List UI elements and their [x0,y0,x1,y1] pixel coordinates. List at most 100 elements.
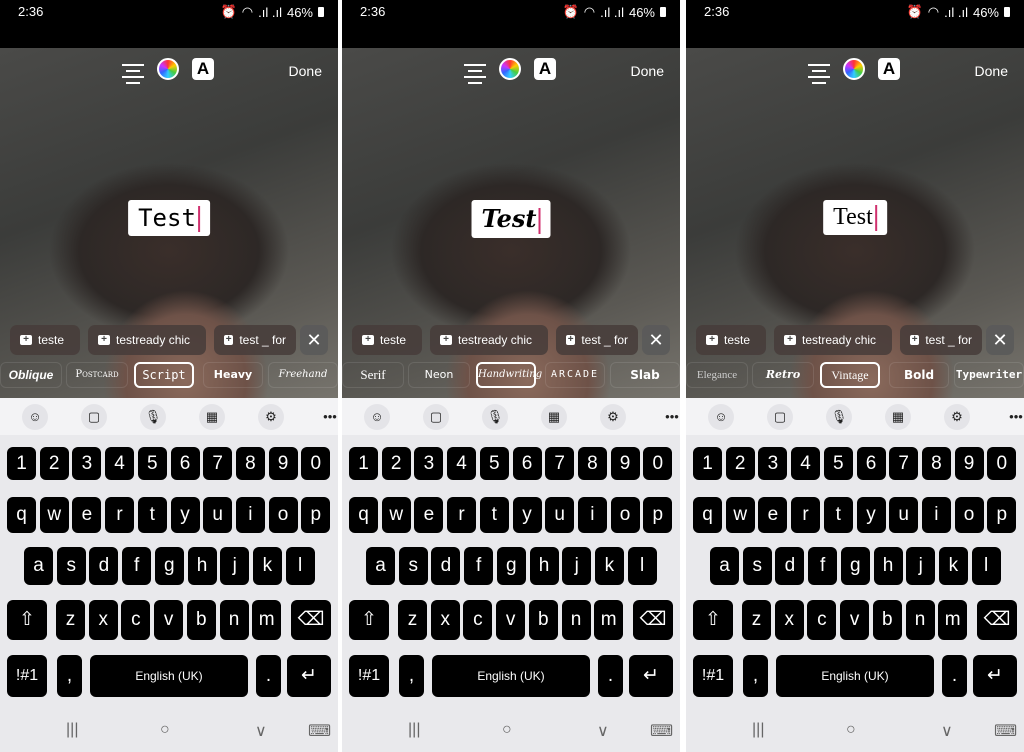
backspace-key[interactable]: ⌫ [977,600,1017,640]
key[interactable]: w [381,497,411,533]
key[interactable]: 8 [235,447,265,480]
suggestion-chip[interactable]: + testready chic [88,325,206,355]
key[interactable]: 4 [791,447,821,480]
font-option-serif[interactable]: Serif [342,362,404,388]
font-option-bold[interactable]: Bold [889,362,949,388]
key[interactable]: u [889,497,919,533]
space-key[interactable]: English (UK) [90,655,248,697]
key[interactable]: i [577,497,607,533]
key[interactable]: 3 [72,447,102,480]
close-suggestions-button[interactable]: ✕ [642,325,670,355]
key[interactable]: d [431,547,461,585]
clipboard-icon[interactable]: ▢ [767,404,793,430]
key[interactable]: d [775,547,805,585]
key[interactable]: c [807,600,837,640]
key[interactable]: y [856,497,886,533]
key[interactable]: s [398,547,428,585]
settings-icon[interactable]: ⚙ [258,404,284,430]
symbols-key[interactable]: !#1 [349,655,389,697]
period-key[interactable]: . [942,655,967,697]
color-picker-icon[interactable] [499,58,521,80]
key[interactable]: d [89,547,119,585]
key[interactable]: g [496,547,526,585]
key[interactable]: 2 [725,447,755,480]
key[interactable]: y [170,497,200,533]
more-icon[interactable]: ••• [1003,404,1024,430]
key[interactable]: x [430,600,460,640]
key[interactable]: r [791,497,821,533]
keypad-icon[interactable]: ▦ [541,404,567,430]
key[interactable]: 0 [643,447,673,480]
key[interactable]: 0 [301,447,331,480]
key[interactable]: k [938,547,968,585]
key[interactable]: r [447,497,477,533]
key[interactable]: 3 [414,447,444,480]
key[interactable]: 5 [137,447,167,480]
key[interactable]: o [268,497,298,533]
text-align-icon[interactable] [808,60,830,88]
back-button[interactable]: ∨ [255,721,267,741]
recent-apps-button[interactable]: ||| [66,721,78,739]
shift-key[interactable]: ⇧ [349,600,389,640]
key[interactable]: 8 [921,447,951,480]
font-option-postcard[interactable]: Postcard [66,362,128,388]
key[interactable]: q [693,497,722,533]
close-suggestions-button[interactable]: ✕ [986,325,1014,355]
suggestion-chip[interactable]: + testready chic [430,325,548,355]
font-option-handwriting[interactable]: Handwriting [476,362,542,388]
key[interactable]: 7 [889,447,919,480]
home-button[interactable]: ○ [846,721,856,739]
space-key[interactable]: English (UK) [432,655,590,697]
key[interactable]: m [938,600,968,640]
keyboard-switch-button[interactable]: ⌨ [994,721,1017,741]
keyboard-switch-button[interactable]: ⌨ [650,721,673,741]
key[interactable]: o [954,497,984,533]
keyboard-switch-button[interactable]: ⌨ [308,721,331,741]
key[interactable]: p [987,497,1017,533]
key[interactable]: 6 [856,447,886,480]
shift-key[interactable]: ⇧ [693,600,733,640]
key[interactable]: j [562,547,592,585]
key[interactable]: s [742,547,772,585]
emoji-icon[interactable]: ☺ [364,404,390,430]
text-input-box[interactable]: Test [128,200,210,236]
key[interactable]: 7 [203,447,233,480]
key[interactable]: x [88,600,118,640]
home-button[interactable]: ○ [160,721,170,739]
key[interactable]: p [643,497,673,533]
key[interactable]: e [758,497,788,533]
key[interactable]: 2 [39,447,69,480]
text-align-icon[interactable] [464,60,486,88]
key[interactable]: 9 [954,447,984,480]
period-key[interactable]: . [598,655,623,697]
font-option-neon[interactable]: Neon [408,362,470,388]
key[interactable]: r [105,497,135,533]
symbols-key[interactable]: !#1 [7,655,47,697]
font-style-button[interactable]: A [192,58,214,80]
font-option-oblique[interactable]: Oblique [0,362,62,388]
font-style-button[interactable]: A [534,58,556,80]
key[interactable]: m [594,600,624,640]
key[interactable]: t [823,497,853,533]
suggestion-chip[interactable]: + test _ for [214,325,296,355]
key[interactable]: n [561,600,591,640]
suggestion-chip[interactable]: + testready chic [774,325,892,355]
key[interactable]: v [154,600,184,640]
key[interactable]: 2 [381,447,411,480]
key[interactable]: j [220,547,250,585]
clipboard-icon[interactable]: ▢ [81,404,107,430]
font-style-button[interactable]: A [878,58,900,80]
key[interactable]: e [414,497,444,533]
key[interactable]: t [137,497,167,533]
font-option-elegance[interactable]: Elegance [686,362,748,388]
suggestion-chip[interactable]: + teste [352,325,422,355]
microphone-icon[interactable]: 🎙 [826,404,852,430]
period-key[interactable]: . [256,655,281,697]
key[interactable]: q [349,497,378,533]
key[interactable]: l [971,547,1001,585]
font-option-script[interactable]: Script [134,362,194,388]
font-option-typewriter[interactable]: Typewriter [954,362,1024,388]
color-picker-icon[interactable] [157,58,179,80]
key[interactable]: 9 [610,447,640,480]
key[interactable]: g [154,547,184,585]
